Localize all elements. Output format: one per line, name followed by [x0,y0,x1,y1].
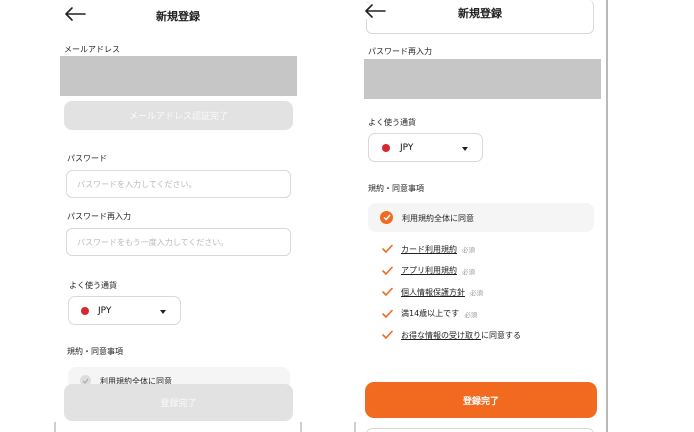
password-confirm-redacted [364,59,601,99]
check-icon [382,309,393,319]
caret-down-icon [462,147,468,151]
term-item[interactable]: 個人情報保護方針 必須 [382,285,483,299]
term-item[interactable]: カード利用規約 必須 [382,242,475,256]
term-name[interactable]: 個人情報保護方針 [401,287,465,298]
frame-edge [54,422,56,432]
check-icon [382,287,393,297]
terms-label: 規約・同意事項 [368,184,424,193]
right-screen: 新規登録 パスワード再入力 よく使う通貨 JPY 規約・同意事項 利用規約全体に… [354,0,606,432]
password-confirm-label: パスワード再入力 [67,212,131,221]
currency-value: JPY [400,143,414,153]
caret-down-icon [160,310,166,314]
back-arrow-icon[interactable] [64,6,86,22]
check-icon [382,266,393,276]
currency-select[interactable]: JPY [68,296,181,325]
red-dot-icon [81,307,89,315]
password-confirm-label: パスワード再入力 [368,47,432,56]
term-name[interactable]: お得な情報の受け取り [401,330,481,341]
currency-select[interactable]: JPY [368,133,483,162]
password-confirm-input[interactable]: パスワードをもう一度入力してください。 [66,228,291,256]
term-suffix: に同意する [481,330,521,340]
back-arrow-icon[interactable] [364,3,386,19]
page-title: 新規登録 [458,5,502,21]
page-title: 新規登録 [156,10,200,23]
frame-edge [354,422,356,432]
terms-label: 規約・同意事項 [67,347,123,356]
term-name[interactable]: アプリ利用規約 [401,265,457,276]
term-item[interactable]: お得な情報の受け取り に同意する [382,328,521,342]
currency-label: よく使う通貨 [368,118,416,127]
red-dot-icon [382,144,390,152]
scrolled-input-stub [366,428,594,432]
term-name[interactable]: カード利用規約 [401,244,457,255]
email-label: メールアドレス [64,45,120,54]
frame-edge [300,422,302,432]
submit-button[interactable]: 登録完了 [64,384,293,421]
left-screen: 新規登録 メールアドレス メールアドレス認証完了 パスワード パスワードを入力し… [54,0,302,432]
check-icon [380,211,393,224]
required-badge: 必須 [464,310,478,319]
required-badge: 必須 [462,267,475,276]
agree-all-checkbox[interactable]: 利用規約全体に同意 [368,203,594,232]
term-item[interactable]: アプリ利用規約 必須 [382,264,475,278]
required-badge: 必須 [462,246,475,254]
check-icon [382,330,393,340]
check-icon [382,244,393,254]
required-badge: 必須 [470,289,483,297]
currency-value: JPY [98,306,112,316]
email-verified-button[interactable]: メールアドレス認証完了 [64,101,293,130]
password-label: パスワード [67,154,107,163]
term-item[interactable]: 満14歳以上です 必須 [382,307,477,321]
currency-label: よく使う通貨 [69,281,117,290]
terms-list: カード利用規約 必須 アプリ利用規約 必須 個人情報保護方針 必須 満14歳以上です 必須 お得… [382,242,602,352]
frame-edge [606,0,608,432]
submit-button[interactable]: 登録完了 [365,382,597,418]
term-name: 満14歳以上です [401,309,460,318]
email-field-redacted [60,56,297,96]
password-input[interactable]: パスワードを入力してください。 [66,170,291,198]
agree-all-label: 利用規約全体に同意 [402,214,474,223]
